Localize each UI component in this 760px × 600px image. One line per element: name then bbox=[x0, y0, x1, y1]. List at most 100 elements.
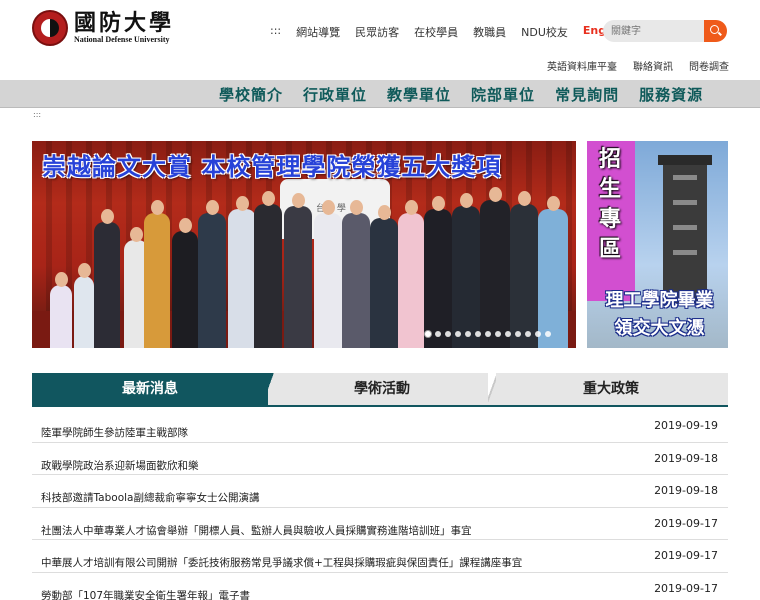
page: 國防大學 National Defense University ::: 網站導… bbox=[0, 0, 760, 600]
tab-active-slant bbox=[258, 373, 278, 405]
tower-window bbox=[673, 200, 697, 205]
news-title[interactable]: 科技部邀請Taboola副總裁俞寧寧女士公開演講 bbox=[41, 490, 259, 505]
tower-window bbox=[673, 175, 697, 180]
slider-dot[interactable] bbox=[465, 331, 471, 337]
news-item[interactable]: 勞動部「107年職業安全衛生署年報」電子書 2019-09-17 bbox=[32, 573, 728, 600]
banner-person bbox=[74, 263, 94, 348]
news-tabs: 最新消息 學術活動 重大政策 bbox=[32, 373, 728, 405]
topnav-alumni[interactable]: NDU校友 bbox=[521, 24, 568, 40]
admissions-char: 區 bbox=[599, 237, 622, 262]
slider-dot[interactable] bbox=[515, 331, 521, 337]
slider-dot[interactable] bbox=[485, 331, 491, 337]
slider-dot[interactable] bbox=[535, 331, 541, 337]
news-item[interactable]: 社團法人中華專業人才協會舉辦「開標人員、監辦人員與驗收人員採購實務進階培訓班」事… bbox=[32, 508, 728, 540]
banner-person bbox=[172, 218, 198, 348]
subnav-contact[interactable]: 聯絡資訊 bbox=[633, 58, 673, 73]
banner-person bbox=[480, 186, 510, 348]
banner-person bbox=[198, 200, 226, 348]
slider-dot[interactable] bbox=[505, 331, 511, 337]
banner-person bbox=[144, 200, 170, 348]
banner-person bbox=[538, 195, 568, 348]
banner-person bbox=[510, 191, 538, 348]
tower-window bbox=[673, 225, 697, 230]
main-nav-items: 學校簡介 行政單位 教學單位 院部單位 常見詢問 服務資源 bbox=[219, 84, 703, 105]
admissions-vertical-text: 招 生 專 區 bbox=[599, 145, 627, 265]
topnav-visitors[interactable]: 民眾訪客 bbox=[355, 24, 399, 40]
banner-person bbox=[398, 200, 424, 348]
mainnav-about[interactable]: 學校簡介 bbox=[219, 84, 283, 105]
admissions-char: 招 bbox=[599, 147, 622, 172]
slider-dot[interactable] bbox=[455, 331, 461, 337]
slider-dot[interactable] bbox=[545, 331, 551, 337]
news-item[interactable]: 陸軍學院師生參訪陸軍主戰部隊 2019-09-19 bbox=[32, 410, 728, 443]
search-box bbox=[603, 20, 727, 42]
topnav-students[interactable]: 在校學員 bbox=[414, 24, 458, 40]
logo-chinese-name: 國防大學 bbox=[74, 10, 175, 36]
admissions-char: 生 bbox=[599, 177, 622, 202]
banner-title: 崇越論文大賞 本校管理學院榮獲五大獎項 bbox=[42, 153, 502, 181]
university-seal-icon bbox=[32, 10, 68, 46]
banner-person bbox=[452, 192, 480, 348]
tower-window bbox=[673, 250, 697, 255]
news-date: 2019-09-17 bbox=[654, 549, 718, 562]
mainnav-admin-units[interactable]: 行政單位 bbox=[303, 84, 367, 105]
news-date: 2019-09-17 bbox=[654, 581, 718, 595]
banner-person bbox=[284, 192, 312, 348]
mainnav-services[interactable]: 服務資源 bbox=[639, 84, 703, 105]
news-item[interactable]: 科技部邀請Taboola副總裁俞寧寧女士公開演講 2019-09-18 bbox=[32, 475, 728, 508]
news-date: 2019-09-19 bbox=[654, 419, 718, 432]
mainnav-teaching-units[interactable]: 教學單位 bbox=[387, 84, 451, 105]
slider-dot[interactable] bbox=[445, 331, 451, 337]
accesskey-top[interactable]: ::: bbox=[270, 24, 281, 40]
mainnav-college-units[interactable]: 院部單位 bbox=[471, 84, 535, 105]
topnav-staff[interactable]: 教職員 bbox=[473, 24, 506, 40]
logo-english-name: National Defense University bbox=[74, 35, 170, 44]
news-item[interactable]: 政戰學院政治系迎新場面歡欣和樂 2019-09-18 bbox=[32, 443, 728, 475]
slider-dot[interactable] bbox=[495, 331, 501, 337]
banner-person bbox=[94, 209, 120, 348]
news-title[interactable]: 陸軍學院師生參訪陸軍主戰部隊 bbox=[41, 425, 188, 440]
search-input[interactable] bbox=[603, 20, 705, 42]
tab-academic-activities[interactable]: 學術活動 bbox=[282, 373, 482, 405]
slider-dot[interactable] bbox=[435, 331, 441, 337]
news-title[interactable]: 政戰學院政治系迎新場面歡欣和樂 bbox=[41, 458, 199, 473]
admissions-line2: 領交大文憑 bbox=[614, 318, 705, 339]
slider-dot[interactable] bbox=[425, 331, 431, 337]
news-title[interactable]: 社團法人中華專業人才協會舉辦「開標人員、監辦人員與驗收人員採購實務進階培訓班」事… bbox=[41, 523, 472, 538]
university-logo[interactable]: 國防大學 National Defense University bbox=[32, 10, 174, 46]
news-item[interactable]: 中華展人才培訓有限公司開辦「委託技術服務常見爭議求償+工程與採購瑕疵與保固責任」… bbox=[32, 540, 728, 573]
sub-nav: 英語資料庫平臺 聯絡資訊 問卷調查 bbox=[547, 58, 729, 73]
banner-person bbox=[228, 195, 256, 348]
news-date: 2019-09-18 bbox=[654, 451, 718, 465]
slider-dot[interactable] bbox=[525, 331, 531, 337]
topnav-sitemap[interactable]: 網站導覽 bbox=[296, 24, 340, 40]
tab-major-policies[interactable]: 重大政策 bbox=[494, 373, 728, 405]
banner-person bbox=[342, 200, 370, 348]
banner-person bbox=[424, 195, 452, 348]
mainnav-faq[interactable]: 常見詢問 bbox=[555, 84, 619, 105]
banner-person bbox=[370, 204, 398, 348]
main-nav: 學校簡介 行政單位 教學單位 院部單位 常見詢問 服務資源 bbox=[0, 80, 760, 108]
logo-text: 國防大學 National Defense University bbox=[74, 11, 174, 45]
tower-image bbox=[658, 155, 712, 305]
search-button[interactable] bbox=[704, 20, 727, 42]
subnav-english-database[interactable]: 英語資料庫平臺 bbox=[547, 58, 617, 73]
accesskey-center[interactable]: ::: bbox=[33, 110, 41, 119]
admissions-char: 專 bbox=[599, 207, 622, 232]
subnav-survey[interactable]: 問卷調查 bbox=[689, 58, 729, 73]
news-title[interactable]: 中華展人才培訓有限公司開辦「委託技術服務常見爭議求償+工程與採購瑕疵與保固責任」… bbox=[41, 555, 522, 570]
banner-person bbox=[314, 200, 342, 348]
banner-person bbox=[254, 191, 282, 348]
news-list: 陸軍學院師生參訪陸軍主戰部隊 2019-09-19 政戰學院政治系迎新場面歡欣和… bbox=[32, 410, 728, 600]
tabs-underline bbox=[32, 405, 728, 407]
news-title[interactable]: 勞動部「107年職業安全衛生署年報」電子書 bbox=[41, 588, 250, 600]
banner-person bbox=[50, 272, 72, 348]
banner-slider[interactable]: 台灣 學 崇越論文大賞 本校管理學院榮獲五大獎項 bbox=[32, 141, 576, 348]
admissions-caption: 理工學院畢業 領交大文憑 bbox=[587, 284, 728, 348]
news-date: 2019-09-17 bbox=[654, 516, 718, 530]
tab-latest-news[interactable]: 最新消息 bbox=[32, 373, 268, 405]
top-nav: ::: 網站導覽 民眾訪客 在校學員 教職員 NDU校友 English bbox=[270, 24, 643, 40]
news-date: 2019-09-18 bbox=[654, 484, 718, 497]
slider-dot[interactable] bbox=[475, 331, 481, 337]
admissions-banner[interactable]: 招 生 專 區 理工學院畢業 領交大文憑 bbox=[587, 141, 728, 348]
